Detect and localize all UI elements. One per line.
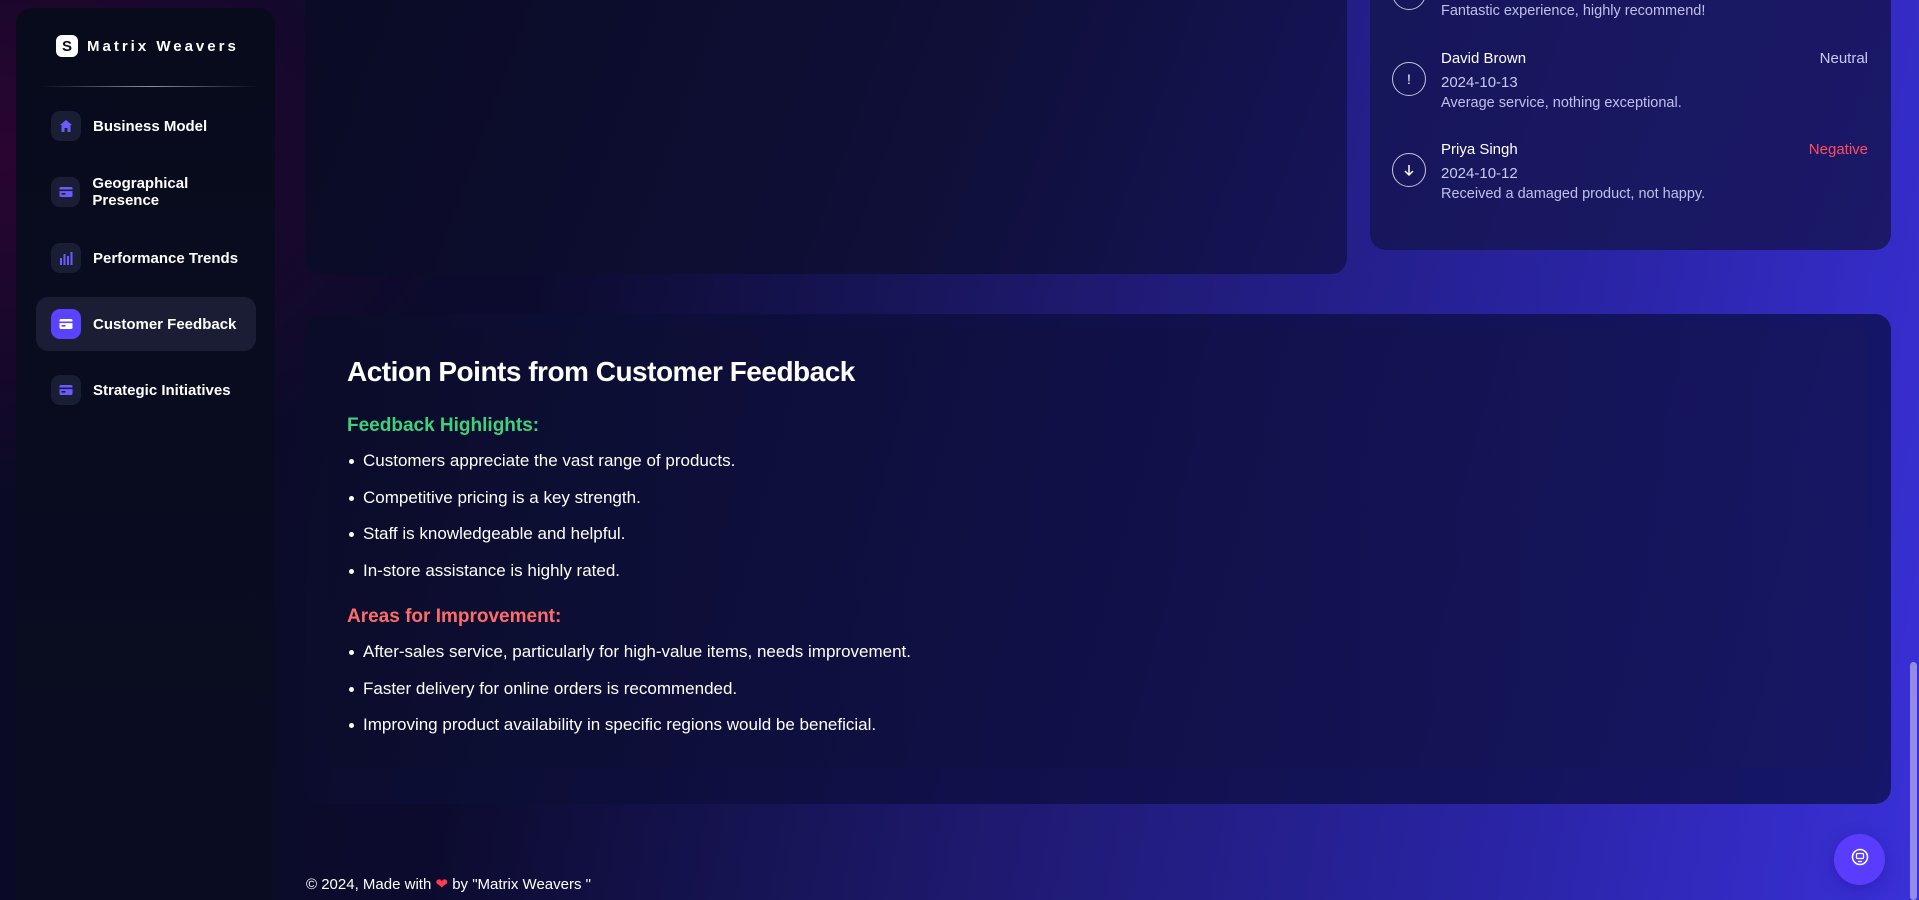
sidebar-item-business-model[interactable]: Business Model [36, 99, 256, 153]
action-points-card: Action Points from Customer Feedback Fee… [305, 314, 1891, 804]
arrow-up-icon [1392, 0, 1426, 10]
scrollbar-thumb[interactable] [1910, 662, 1917, 900]
arrow-down-icon [1392, 153, 1426, 187]
card-icon [51, 177, 81, 207]
review-date: 2024-10-13 [1441, 74, 1518, 91]
footer-prefix: © 2024, Made with [306, 876, 432, 893]
brand-logo-icon: S [56, 35, 78, 57]
improvements-heading: Areas for Improvement: [347, 606, 562, 627]
sidebar-item-label: Strategic Initiatives [93, 381, 231, 399]
card-icon [51, 375, 81, 405]
help-chat-icon [1850, 847, 1870, 872]
sidebar: S Matrix Weavers Business Model Geograph… [16, 8, 275, 900]
review-date: 2024-10-12 [1441, 165, 1518, 182]
footer-suffix: by "Matrix Weavers " [452, 876, 591, 893]
sidebar-item-geographical-presence[interactable]: Geographical Presence [36, 165, 256, 219]
review-text: Received a damaged product, not happy. [1441, 186, 1706, 202]
help-chat-button[interactable] [1834, 834, 1885, 885]
divider [42, 86, 258, 87]
list-item: Improving product availability in specif… [347, 714, 911, 751]
sentiment-badge: Negative [1808, 141, 1868, 158]
review-item: Fantastic experience, highly recommend! [1392, 0, 1868, 19]
list-item: Customers appreciate the vast range of p… [347, 450, 735, 487]
list-item: After-sales service, particularly for hi… [347, 641, 911, 678]
review-text: Fantastic experience, highly recommend! [1441, 3, 1706, 19]
list-item: Faster delivery for online orders is rec… [347, 678, 911, 715]
card-icon [51, 309, 81, 339]
scrollbar[interactable] [1909, 0, 1919, 900]
sentiment-badge: Neutral [1819, 50, 1868, 67]
sidebar-item-label: Performance Trends [93, 249, 239, 267]
sidebar-item-strategic-initiatives[interactable]: Strategic Initiatives [36, 363, 256, 417]
sidebar-item-label: Geographical Presence [92, 175, 189, 209]
recent-reviews-card: Fantastic experience, highly recommend! … [1370, 0, 1891, 250]
sidebar-item-customer-feedback[interactable]: Customer Feedback [36, 297, 256, 351]
heart-icon: ❤ [435, 876, 449, 893]
sidebar-item-label: Business Model [93, 117, 208, 135]
review-item: Priya Singh Negative 2024-10-12 Received… [1392, 141, 1868, 211]
list-item: Staff is knowledgeable and helpful. [347, 523, 735, 560]
list-item: Competitive pricing is a key strength. [347, 487, 735, 524]
improvements-list: After-sales service, particularly for hi… [347, 641, 911, 751]
brand-name: Matrix Weavers [87, 37, 239, 55]
review-author: David Brown [1441, 50, 1527, 67]
bar-chart-icon [51, 243, 81, 273]
sidebar-item-performance-trends[interactable]: Performance Trends [36, 231, 256, 285]
list-item: In-store assistance is highly rated. [347, 560, 735, 597]
review-text: Average service, nothing exceptional. [1441, 95, 1682, 111]
highlights-list: Customers appreciate the vast range of p… [347, 450, 735, 597]
review-author: Priya Singh [1441, 141, 1518, 158]
brand[interactable]: S Matrix Weavers [56, 35, 239, 57]
home-icon [51, 111, 81, 141]
section-title: Action Points from Customer Feedback [347, 356, 855, 387]
highlights-heading: Feedback Highlights: [347, 415, 540, 436]
chart-card [305, 0, 1347, 274]
review-item: ! David Brown Neutral 2024-10-13 Average… [1392, 50, 1868, 120]
sidebar-item-label: Customer Feedback [93, 315, 237, 333]
exclamation-icon: ! [1392, 62, 1426, 96]
footer: © 2024, Made with ❤ by "Matrix Weavers " [306, 875, 591, 893]
